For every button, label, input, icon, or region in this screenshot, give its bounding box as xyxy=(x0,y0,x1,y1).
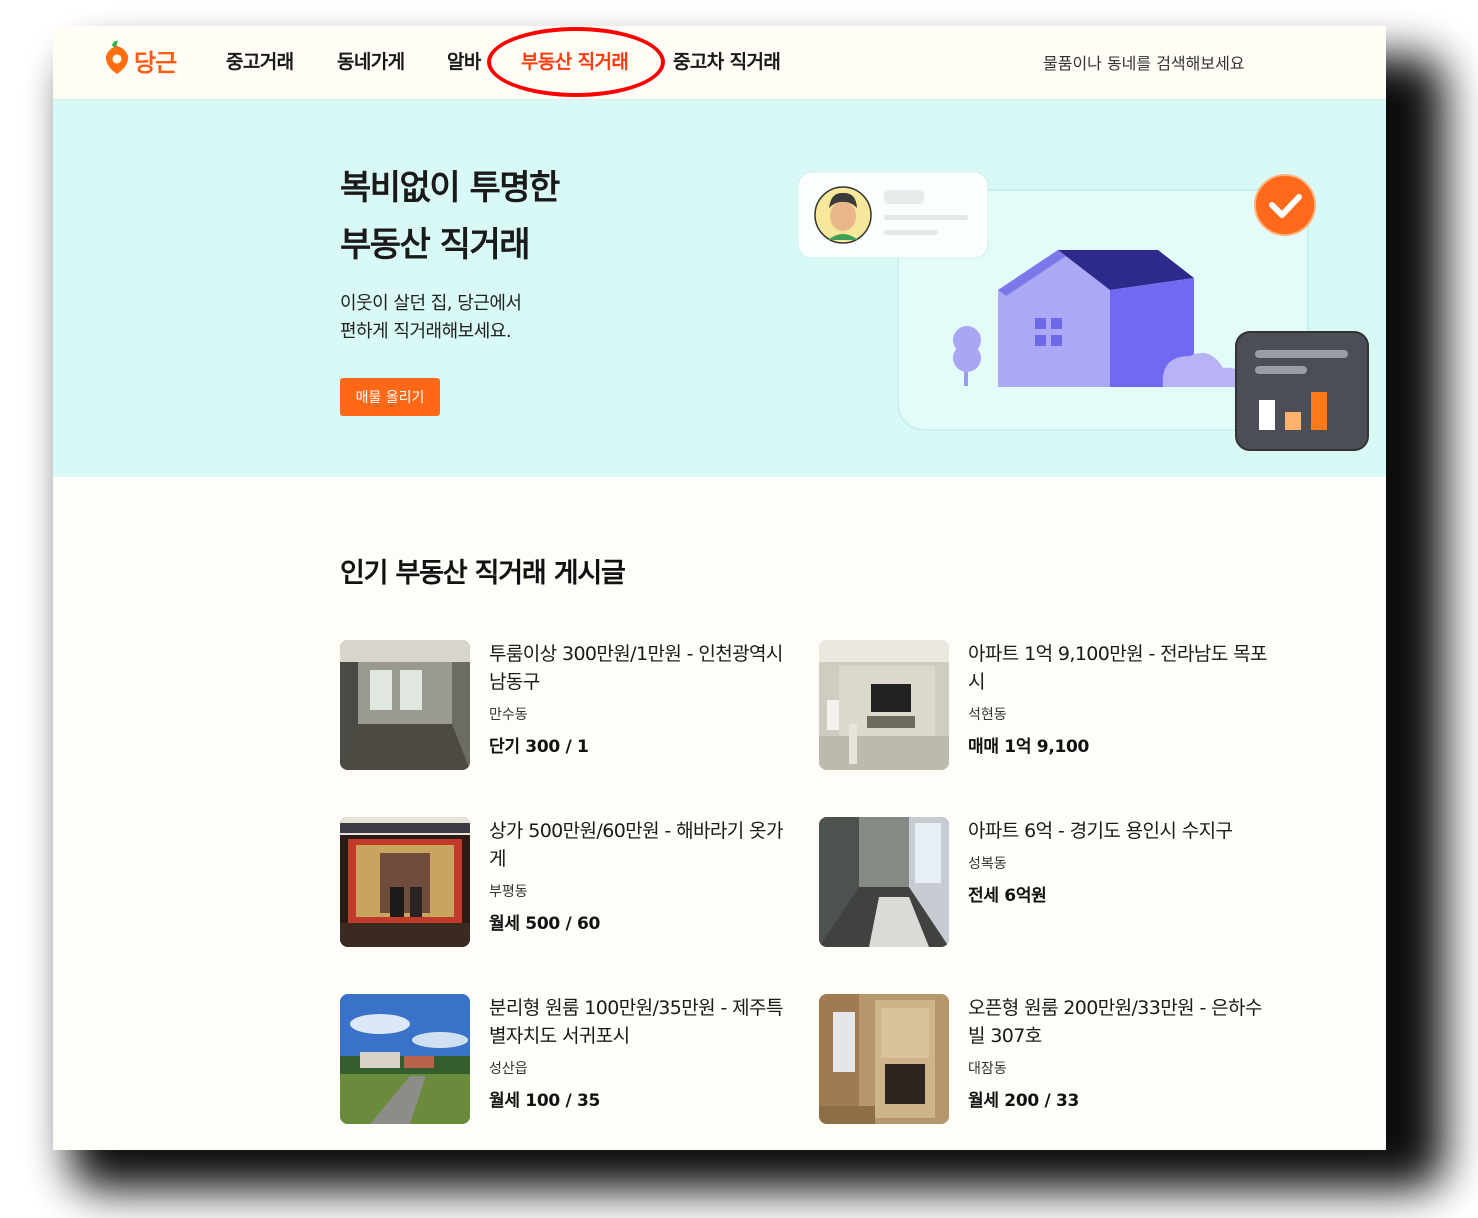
listing-location: 석현동 xyxy=(968,707,1007,723)
profile-card xyxy=(798,171,989,259)
listing-price: 월세 100 / 35 xyxy=(489,1091,601,1111)
logo[interactable]: 당근 xyxy=(103,38,193,78)
nav-real-estate[interactable]: 부동산 직거래 xyxy=(521,47,629,74)
listing-card[interactable]: 아파트 6억 - 경기도 용인시 수지구 성복동 전세 6억원 xyxy=(819,817,1279,947)
listing-title: 아파트 6억 - 경기도 용인시 수지구 xyxy=(968,820,1233,842)
carrot-logo-icon xyxy=(105,40,129,74)
listing-location: 만수동 xyxy=(489,707,528,723)
search-input[interactable]: 물품이나 동네를 검색해보세요 xyxy=(1043,50,1245,74)
nav-local-store[interactable]: 동네가게 xyxy=(337,47,405,74)
listing-card[interactable]: 오픈형 원룸 200만원/33만원 - 은하수빌 307호 대잠동 월세 200… xyxy=(819,994,1279,1124)
hero-desc-line2: 편하게 직거래해보세요. xyxy=(340,321,512,342)
listing-card[interactable]: 투룸이상 300만원/1만원 - 인천광역시 남동구 만수동 단기 300 / … xyxy=(340,640,800,770)
hero-banner: 복비없이 투명한 부동산 직거래 이웃이 살던 집, 당근에서 편하게 직거래해… xyxy=(53,100,1386,477)
chart-card-icon xyxy=(1235,331,1369,451)
listing-title: 상가 500만원/60만원 - 해바라기 옷가게 xyxy=(489,820,783,870)
nav-used-trade[interactable]: 중고거래 xyxy=(226,47,294,74)
post-listing-button[interactable]: 매물 올리기 xyxy=(340,378,440,416)
nav-parttime[interactable]: 알바 xyxy=(447,47,481,74)
logo-text: 당근 xyxy=(134,49,177,77)
listing-location: 부평동 xyxy=(489,884,528,900)
listing-price: 월세 200 / 33 xyxy=(968,1091,1080,1111)
listing-price: 월세 500 / 60 xyxy=(489,914,601,934)
listing-price: 매매 1억 9,100 xyxy=(968,737,1090,757)
listing-location: 성산읍 xyxy=(489,1061,528,1077)
listing-thumbnail xyxy=(819,640,949,770)
top-header: 당근 중고거래 동네가게 알바 부동산 직거래 중고차 직거래 물품이나 동네를… xyxy=(53,26,1386,100)
hero-title-line2: 부동산 직거래 xyxy=(340,225,531,265)
listing-card[interactable]: 분리형 원룸 100만원/35만원 - 제주특별자치도 서귀포시 성산읍 월세 … xyxy=(340,994,800,1124)
check-icon xyxy=(1254,174,1316,236)
hero-desc-line1: 이웃이 살던 집, 당근에서 xyxy=(340,293,522,314)
house-illustration xyxy=(798,171,1369,451)
listing-thumbnail xyxy=(340,817,470,947)
listing-price: 단기 300 / 1 xyxy=(489,737,589,757)
listing-title: 아파트 1억 9,100만원 - 전라남도 목포시 xyxy=(968,643,1268,693)
listing-card[interactable]: 상가 500만원/60만원 - 해바라기 옷가게 부평동 월세 500 / 60 xyxy=(340,817,800,947)
hero-title-line1: 복비없이 투명한 xyxy=(340,168,560,208)
nav-used-car[interactable]: 중고차 직거래 xyxy=(673,47,781,74)
listing-title: 분리형 원룸 100만원/35만원 - 제주특별자치도 서귀포시 xyxy=(489,997,783,1047)
listing-location: 대잠동 xyxy=(968,1061,1007,1077)
hero-description: 이웃이 살던 집, 당근에서 편하게 직거래해보세요. xyxy=(340,290,522,346)
browser-page: 당근 중고거래 동네가게 알바 부동산 직거래 중고차 직거래 물품이나 동네를… xyxy=(53,26,1386,1150)
listing-title: 투룸이상 300만원/1만원 - 인천광역시 남동구 xyxy=(489,643,783,693)
listing-title: 오픈형 원룸 200만원/33만원 - 은하수빌 307호 xyxy=(968,997,1262,1047)
listing-thumbnail xyxy=(340,994,470,1124)
hero-title: 복비없이 투명한 부동산 직거래 xyxy=(340,160,560,274)
house-icon xyxy=(998,250,1194,387)
listing-thumbnail xyxy=(819,817,949,947)
listing-price: 전세 6억원 xyxy=(968,886,1047,906)
listing-thumbnail xyxy=(819,994,949,1124)
listing-thumbnail xyxy=(340,640,470,770)
listing-card[interactable]: 아파트 1억 9,100만원 - 전라남도 목포시 석현동 매매 1억 9,10… xyxy=(819,640,1279,770)
section-title: 인기 부동산 직거래 게시글 xyxy=(340,558,626,589)
listing-location: 성복동 xyxy=(968,856,1007,872)
